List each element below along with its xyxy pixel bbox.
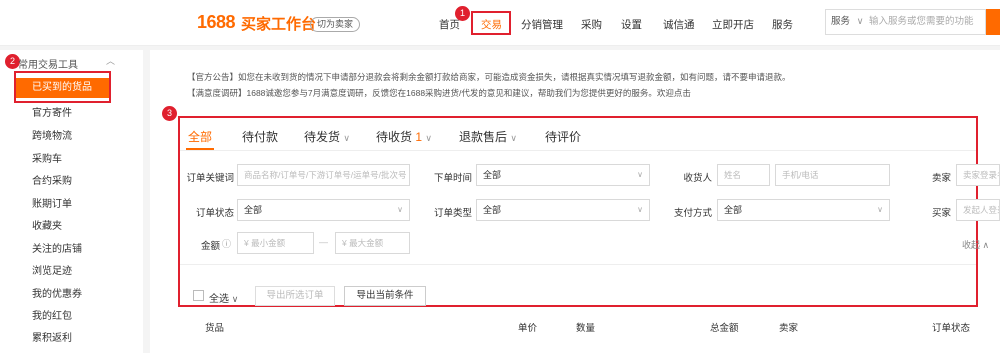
amount-label: 金额 xyxy=(200,241,220,252)
amount-min-input[interactable]: ¥ 最小金额 xyxy=(237,232,314,254)
tab-pending-review[interactable]: 待评价 xyxy=(545,128,581,145)
tab-pending-shipment[interactable]: 待发货 ∨ xyxy=(304,128,350,145)
column-header-status: 订单状态 xyxy=(932,323,971,334)
sidebar-item-cross-border[interactable]: 跨境物流 xyxy=(32,127,72,142)
sidebar-item-official-shipping[interactable]: 官方寄件 xyxy=(32,104,72,119)
order-type-value: 全部 xyxy=(483,205,502,215)
column-header-price: 单价 xyxy=(518,323,538,334)
sidebar-item-cart[interactable]: 采购车 xyxy=(32,150,62,165)
amount-separator: — xyxy=(319,237,328,247)
nav-purchase[interactable]: 采购 xyxy=(581,17,602,32)
seller-input[interactable]: 卖家登录名 xyxy=(956,164,1000,186)
order-keyword-label: 订单关键词 xyxy=(186,173,234,184)
receiver-phone-input[interactable]: 手机/电话 xyxy=(775,164,890,186)
select-all-dropdown[interactable]: 全选 ∨ xyxy=(209,290,238,305)
search-button[interactable] xyxy=(986,9,1000,35)
chevron-down-icon: ∨ xyxy=(510,133,517,143)
search-type-label: 服务 xyxy=(831,16,851,27)
buyer-input[interactable]: 发起人登录名 xyxy=(956,199,1000,221)
sidebar-item-credit-orders[interactable]: 账期订单 xyxy=(32,195,72,210)
tab-count: 1 xyxy=(415,130,423,144)
annotation-badge-1: 1 xyxy=(455,6,470,21)
nav-trade[interactable]: 交易 xyxy=(481,17,502,32)
order-status-label: 订单状态 xyxy=(195,208,234,219)
tab-pending-receipt[interactable]: 待收货 1 ∨ xyxy=(376,128,432,145)
annotation-box-purchased xyxy=(14,71,111,103)
survey-notice[interactable]: 【满意度调研】1688诚邀您参与7月满意度调研，反馈您在1688采购进货/代发的… xyxy=(187,87,691,99)
tab-refund[interactable]: 退款售后 ∨ xyxy=(459,128,517,145)
official-notice: 【官方公告】如您在未收到货的情况下申请部分退款会将剩余金额打款给商家，可能造成资… xyxy=(187,72,791,82)
nav-chengxintong[interactable]: 诚信通 xyxy=(663,17,695,32)
order-type-label: 订单类型 xyxy=(433,208,472,219)
chevron-down-icon: ∨ xyxy=(425,133,432,143)
annotation-badge-3: 3 xyxy=(162,106,177,121)
tab-divider xyxy=(180,150,976,151)
search-input[interactable]: 输入服务或您需要的功能 xyxy=(866,9,986,35)
export-selected-button[interactable]: 导出所选订单 xyxy=(255,286,335,306)
tab-pending-payment[interactable]: 待付款 xyxy=(242,128,278,145)
column-header-seller: 卖家 xyxy=(779,323,799,334)
order-time-label: 下单时间 xyxy=(433,173,472,184)
info-icon[interactable]: ⓘ xyxy=(222,237,231,250)
payment-method-label: 支付方式 xyxy=(673,208,712,219)
order-time-value: 全部 xyxy=(483,170,502,180)
order-status-select[interactable]: 全部 ∨ xyxy=(237,199,410,221)
select-all-checkbox[interactable] xyxy=(193,290,204,301)
nav-service[interactable]: 服务 xyxy=(772,17,793,32)
column-header-total: 总金额 xyxy=(710,323,739,334)
sidebar-item-favorites[interactable]: 收藏夹 xyxy=(32,217,62,232)
collapse-label: 收起 xyxy=(962,240,981,250)
nav-open-shop[interactable]: 立即开店 xyxy=(712,17,754,32)
search-type-select[interactable]: 服务 ∨ xyxy=(825,9,867,35)
amount-max-input[interactable]: ¥ 最大金额 xyxy=(335,232,410,254)
tab-pending-receipt-label: 待收货 xyxy=(376,130,413,144)
seller-label: 卖家 xyxy=(931,173,951,184)
export-current-button[interactable]: 导出当前条件 xyxy=(344,286,426,306)
select-all-label: 全选 xyxy=(209,294,229,305)
chevron-down-icon: ∨ xyxy=(231,294,239,304)
chevron-down-icon: ∨ xyxy=(343,133,350,143)
column-header-quantity: 数量 xyxy=(576,323,596,334)
tab-all[interactable]: 全部 xyxy=(188,128,212,145)
receiver-name-input[interactable]: 姓名 xyxy=(717,164,770,186)
order-time-select[interactable]: 全部 ∨ xyxy=(476,164,650,186)
sidebar-item-rebates[interactable]: 累积返利 xyxy=(32,329,72,344)
chevron-down-icon: ∨ xyxy=(877,205,883,214)
chevron-down-icon: ∨ xyxy=(637,170,643,179)
sidebar-section-title[interactable]: 常用交易工具 xyxy=(18,56,78,71)
nav-distribution[interactable]: 分销管理 xyxy=(521,17,563,32)
order-keyword-input[interactable]: 商品名称/订单号/下游订单号/运单号/批次号 xyxy=(237,164,410,186)
tab-refund-label: 退款售后 xyxy=(459,130,508,144)
payment-method-value: 全部 xyxy=(724,205,743,215)
sidebar-item-followed-shops[interactable]: 关注的店铺 xyxy=(32,240,82,255)
sidebar-item-coupons[interactable]: 我的优惠券 xyxy=(32,285,82,300)
sidebar-item-red-packets[interactable]: 我的红包 xyxy=(32,307,72,322)
payment-method-select[interactable]: 全部 ∨ xyxy=(717,199,890,221)
column-header-goods: 货品 xyxy=(205,323,225,334)
chevron-up-icon: ∧ xyxy=(982,240,990,250)
filter-divider xyxy=(180,264,976,265)
sidebar-item-history[interactable]: 浏览足迹 xyxy=(32,262,72,277)
chevron-down-icon: ∨ xyxy=(637,205,643,214)
nav-settings[interactable]: 设置 xyxy=(621,17,642,32)
sidebar-item-contract[interactable]: 合约采购 xyxy=(32,172,72,187)
buyer-label: 买家 xyxy=(931,208,951,219)
tab-pending-shipment-label: 待发货 xyxy=(304,130,341,144)
logo-title: 买家工作台 xyxy=(241,16,317,33)
switch-to-seller-button[interactable]: 切为卖家 xyxy=(310,17,360,32)
logo-number[interactable]: 1688 xyxy=(197,12,236,33)
chevron-down-icon: ∨ xyxy=(856,16,864,27)
order-type-select[interactable]: 全部 ∨ xyxy=(476,199,650,221)
receiver-label: 收货人 xyxy=(683,173,712,184)
chevron-up-icon[interactable]: ︿ xyxy=(106,54,115,67)
chevron-down-icon: ∨ xyxy=(397,205,403,214)
order-status-value: 全部 xyxy=(244,205,263,215)
collapse-filters-button[interactable]: 收起 ∧ xyxy=(962,238,989,251)
